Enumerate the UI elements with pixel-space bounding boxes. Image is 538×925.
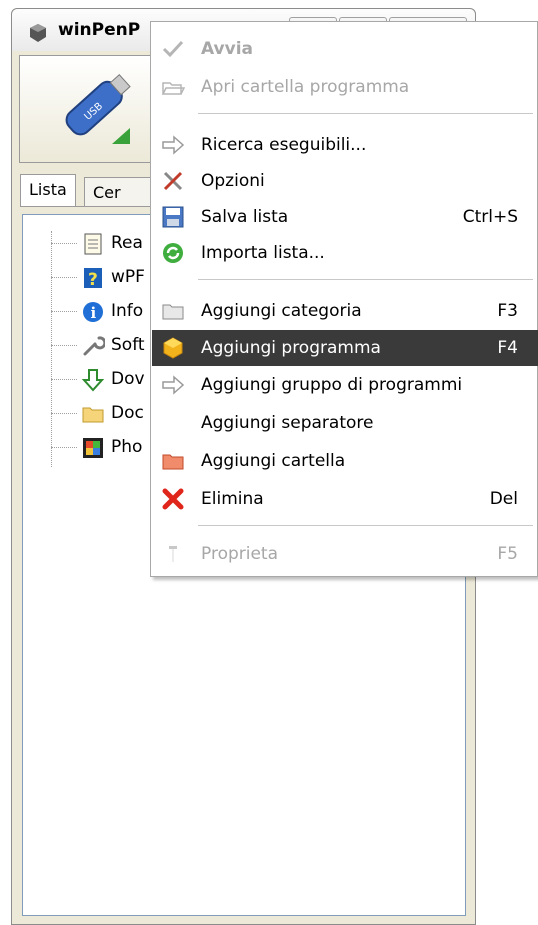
tools-icon bbox=[163, 171, 183, 191]
properties-icon bbox=[169, 546, 177, 562]
menu-item-label: Proprieta bbox=[201, 544, 279, 564]
menu-item-aggiungi-categoria[interactable]: Aggiungi categoria F3 bbox=[152, 293, 538, 329]
app-icon bbox=[30, 24, 46, 42]
usb-drive-icon[interactable]: USB bbox=[50, 66, 140, 146]
arrow-right-icon bbox=[162, 135, 185, 155]
tree-item-label: Soft bbox=[111, 335, 145, 355]
tree-item-label: Rea bbox=[111, 233, 143, 253]
refresh-icon bbox=[163, 243, 183, 263]
menu-item-shortcut: F4 bbox=[497, 338, 518, 358]
save-icon bbox=[162, 206, 184, 228]
context-menu: Avvia Apri cartella programma Ricerca es… bbox=[150, 21, 538, 577]
folder-icon bbox=[162, 304, 184, 320]
tree-item-label: Dov bbox=[111, 369, 145, 389]
menu-item-opzioni[interactable]: Opzioni bbox=[152, 163, 538, 199]
menu-item-label: Ricerca eseguibili... bbox=[201, 135, 367, 155]
arrow-right-icon bbox=[162, 375, 185, 395]
wrench-icon bbox=[83, 336, 105, 356]
menu-item-label: Aggiungi separatore bbox=[201, 413, 374, 433]
menu-item-label: Aggiungi categoria bbox=[201, 301, 362, 321]
menu-item-proprieta[interactable]: Proprieta F5 bbox=[152, 536, 538, 572]
open-folder-icon bbox=[161, 82, 185, 95]
tree-item-label: Doc bbox=[111, 403, 144, 423]
menu-item-apri-cartella[interactable]: Apri cartella programma bbox=[152, 69, 538, 105]
menu-item-label: Salva lista bbox=[201, 207, 289, 227]
svg-text:i: i bbox=[91, 304, 97, 322]
download-arrow-icon bbox=[81, 369, 105, 392]
menu-item-shortcut: F3 bbox=[497, 301, 518, 321]
menu-item-shortcut: Ctrl+S bbox=[462, 207, 518, 227]
box-icon bbox=[163, 337, 183, 359]
menu-item-label: Importa lista... bbox=[201, 243, 325, 263]
tab-lista[interactable]: Lista bbox=[20, 174, 76, 206]
menu-separator bbox=[198, 113, 533, 114]
help-icon: ? bbox=[84, 268, 102, 290]
svg-text:?: ? bbox=[88, 270, 98, 290]
folder-icon bbox=[82, 407, 104, 423]
tab-cerca[interactable]: Cer bbox=[84, 177, 160, 206]
menu-item-label: Avvia bbox=[201, 39, 254, 59]
film-icon bbox=[83, 438, 103, 458]
notepad-icon bbox=[84, 233, 102, 255]
menu-item-aggiungi-cartella[interactable]: Aggiungi cartella bbox=[152, 443, 538, 479]
info-icon: i bbox=[83, 302, 103, 322]
menu-item-label: Aggiungi programma bbox=[201, 338, 381, 358]
menu-item-aggiungi-programma[interactable]: Aggiungi programma F4 bbox=[152, 330, 538, 366]
menu-item-ricerca-eseguibili[interactable]: Ricerca eseguibili... bbox=[152, 127, 538, 163]
menu-separator bbox=[198, 279, 533, 280]
menu-item-importa-lista[interactable]: Importa lista... bbox=[152, 235, 538, 271]
window-title: winPenP bbox=[58, 20, 141, 40]
check-icon bbox=[162, 40, 184, 58]
delete-x-icon bbox=[162, 488, 184, 510]
menu-item-avvia[interactable]: Avvia bbox=[152, 31, 538, 67]
menu-item-label: Aggiungi cartella bbox=[201, 451, 346, 471]
tree-item-label: Pho bbox=[111, 437, 143, 457]
tree-item-label: wPF bbox=[111, 267, 145, 287]
menu-item-label: Aggiungi gruppo di programmi bbox=[201, 375, 463, 395]
red-folder-icon bbox=[162, 454, 184, 470]
menu-item-salva-lista[interactable]: Salva lista Ctrl+S bbox=[152, 199, 538, 235]
menu-item-shortcut: Del bbox=[489, 489, 518, 509]
menu-item-label: Opzioni bbox=[201, 171, 265, 191]
menu-item-elimina[interactable]: Elimina Del bbox=[152, 481, 538, 517]
menu-item-label: Elimina bbox=[201, 489, 264, 509]
menu-item-label: Apri cartella programma bbox=[201, 77, 410, 97]
menu-item-aggiungi-separatore[interactable]: Aggiungi separatore bbox=[152, 405, 538, 441]
menu-item-shortcut: F5 bbox=[497, 544, 518, 564]
tree-item-label: Info bbox=[111, 301, 144, 321]
menu-separator bbox=[198, 525, 533, 526]
menu-item-aggiungi-gruppo[interactable]: Aggiungi gruppo di programmi bbox=[152, 367, 538, 403]
